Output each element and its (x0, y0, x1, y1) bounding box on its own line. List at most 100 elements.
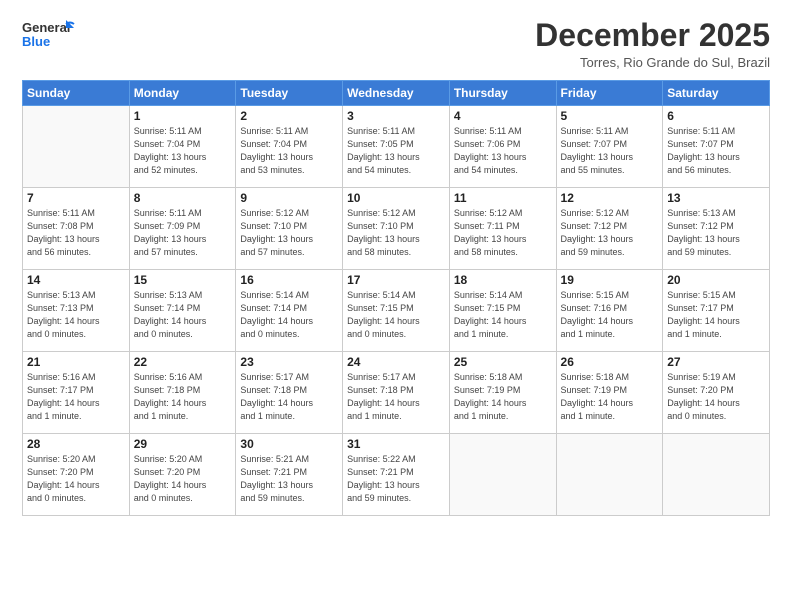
calendar-table: SundayMondayTuesdayWednesdayThursdayFrid… (22, 80, 770, 516)
day-number: 7 (27, 191, 125, 205)
day-cell: 13 Sunrise: 5:13 AM Sunset: 7:12 PM Dayli… (663, 188, 770, 270)
svg-text:Blue: Blue (22, 34, 50, 49)
day-cell: 2 Sunrise: 5:11 AM Sunset: 7:04 PM Daylig… (236, 106, 343, 188)
day-info: Sunrise: 5:20 AM Sunset: 7:20 PM Dayligh… (134, 453, 232, 505)
col-header-friday: Friday (556, 81, 663, 106)
week-row-1: 1 Sunrise: 5:11 AM Sunset: 7:04 PM Daylig… (23, 106, 770, 188)
day-info: Sunrise: 5:17 AM Sunset: 7:18 PM Dayligh… (240, 371, 338, 423)
day-info: Sunrise: 5:15 AM Sunset: 7:17 PM Dayligh… (667, 289, 765, 341)
location: Torres, Rio Grande do Sul, Brazil (535, 55, 770, 70)
day-info: Sunrise: 5:13 AM Sunset: 7:12 PM Dayligh… (667, 207, 765, 259)
col-header-thursday: Thursday (449, 81, 556, 106)
week-row-3: 14 Sunrise: 5:13 AM Sunset: 7:13 PM Dayli… (23, 270, 770, 352)
col-header-sunday: Sunday (23, 81, 130, 106)
day-cell: 6Sunrise: 5:11 AM Sunset: 7:07 PM Daylig… (663, 106, 770, 188)
day-number: 17 (347, 273, 445, 287)
day-info: Sunrise: 5:21 AM Sunset: 7:21 PM Dayligh… (240, 453, 338, 505)
day-number: 30 (240, 437, 338, 451)
day-number: 12 (561, 191, 659, 205)
day-number: 27 (667, 355, 765, 369)
day-cell: 15Sunrise: 5:13 AM Sunset: 7:14 PM Dayli… (129, 270, 236, 352)
day-cell: 28 Sunrise: 5:20 AM Sunset: 7:20 PM Dayli… (23, 434, 130, 516)
week-row-5: 28 Sunrise: 5:20 AM Sunset: 7:20 PM Dayli… (23, 434, 770, 516)
day-info: Sunrise: 5:11 AM Sunset: 7:08 PM Dayligh… (27, 207, 125, 259)
day-info: Sunrise: 5:18 AM Sunset: 7:19 PM Dayligh… (454, 371, 552, 423)
day-cell: 5Sunrise: 5:11 AM Sunset: 7:07 PM Daylig… (556, 106, 663, 188)
calendar-header-row: SundayMondayTuesdayWednesdayThursdayFrid… (23, 81, 770, 106)
day-info: Sunrise: 5:15 AM Sunset: 7:16 PM Dayligh… (561, 289, 659, 341)
day-number: 20 (667, 273, 765, 287)
day-info: Sunrise: 5:12 AM Sunset: 7:10 PM Dayligh… (240, 207, 338, 259)
day-cell: 14 Sunrise: 5:13 AM Sunset: 7:13 PM Dayli… (23, 270, 130, 352)
day-cell (556, 434, 663, 516)
day-number: 10 (347, 191, 445, 205)
day-info: Sunrise: 5:11 AM Sunset: 7:04 PM Dayligh… (240, 125, 338, 177)
day-info: Sunrise: 5:17 AM Sunset: 7:18 PM Dayligh… (347, 371, 445, 423)
logo-icon: GeneralBlue (22, 18, 77, 52)
day-number: 2 (240, 109, 338, 123)
day-number: 24 (347, 355, 445, 369)
day-cell: 26Sunrise: 5:18 AM Sunset: 7:19 PM Dayli… (556, 352, 663, 434)
day-cell: 12 Sunrise: 5:12 AM Sunset: 7:12 PM Dayli… (556, 188, 663, 270)
day-cell (449, 434, 556, 516)
title-area: December 2025 Torres, Rio Grande do Sul,… (535, 18, 770, 70)
day-cell: 3Sunrise: 5:11 AM Sunset: 7:05 PM Daylig… (343, 106, 450, 188)
day-cell: 18 Sunrise: 5:14 AM Sunset: 7:15 PM Dayli… (449, 270, 556, 352)
day-info: Sunrise: 5:11 AM Sunset: 7:04 PM Dayligh… (134, 125, 232, 177)
day-info: Sunrise: 5:14 AM Sunset: 7:15 PM Dayligh… (454, 289, 552, 341)
day-cell (663, 434, 770, 516)
day-info: Sunrise: 5:12 AM Sunset: 7:10 PM Dayligh… (347, 207, 445, 259)
day-number: 1 (134, 109, 232, 123)
day-cell: 9 Sunrise: 5:12 AM Sunset: 7:10 PM Daylig… (236, 188, 343, 270)
day-number: 18 (454, 273, 552, 287)
day-info: Sunrise: 5:22 AM Sunset: 7:21 PM Dayligh… (347, 453, 445, 505)
day-info: Sunrise: 5:16 AM Sunset: 7:17 PM Dayligh… (27, 371, 125, 423)
col-header-saturday: Saturday (663, 81, 770, 106)
day-cell: 1 Sunrise: 5:11 AM Sunset: 7:04 PM Daylig… (129, 106, 236, 188)
day-number: 6 (667, 109, 765, 123)
day-cell: 20 Sunrise: 5:15 AM Sunset: 7:17 PM Dayli… (663, 270, 770, 352)
week-row-4: 21 Sunrise: 5:16 AM Sunset: 7:17 PM Dayli… (23, 352, 770, 434)
day-number: 26 (561, 355, 659, 369)
day-info: Sunrise: 5:12 AM Sunset: 7:12 PM Dayligh… (561, 207, 659, 259)
day-info: Sunrise: 5:12 AM Sunset: 7:11 PM Dayligh… (454, 207, 552, 259)
day-number: 11 (454, 191, 552, 205)
day-number: 23 (240, 355, 338, 369)
day-number: 13 (667, 191, 765, 205)
page: GeneralBlue December 2025 Torres, Rio Gr… (0, 0, 792, 612)
day-number: 16 (240, 273, 338, 287)
day-info: Sunrise: 5:14 AM Sunset: 7:14 PM Dayligh… (240, 289, 338, 341)
col-header-tuesday: Tuesday (236, 81, 343, 106)
day-cell (23, 106, 130, 188)
month-title: December 2025 (535, 18, 770, 53)
day-cell: 10 Sunrise: 5:12 AM Sunset: 7:10 PM Dayli… (343, 188, 450, 270)
day-cell: 17Sunrise: 5:14 AM Sunset: 7:15 PM Dayli… (343, 270, 450, 352)
day-info: Sunrise: 5:19 AM Sunset: 7:20 PM Dayligh… (667, 371, 765, 423)
day-info: Sunrise: 5:20 AM Sunset: 7:20 PM Dayligh… (27, 453, 125, 505)
day-info: Sunrise: 5:16 AM Sunset: 7:18 PM Dayligh… (134, 371, 232, 423)
day-info: Sunrise: 5:13 AM Sunset: 7:13 PM Dayligh… (27, 289, 125, 341)
day-number: 14 (27, 273, 125, 287)
day-cell: 24 Sunrise: 5:17 AM Sunset: 7:18 PM Dayli… (343, 352, 450, 434)
week-row-2: 7 Sunrise: 5:11 AM Sunset: 7:08 PM Daylig… (23, 188, 770, 270)
day-cell: 30 Sunrise: 5:21 AM Sunset: 7:21 PM Dayli… (236, 434, 343, 516)
day-cell: 22 Sunrise: 5:16 AM Sunset: 7:18 PM Dayli… (129, 352, 236, 434)
day-cell: 23 Sunrise: 5:17 AM Sunset: 7:18 PM Dayli… (236, 352, 343, 434)
day-cell: 29Sunrise: 5:20 AM Sunset: 7:20 PM Dayli… (129, 434, 236, 516)
day-number: 22 (134, 355, 232, 369)
day-number: 15 (134, 273, 232, 287)
day-cell: 16 Sunrise: 5:14 AM Sunset: 7:14 PM Dayli… (236, 270, 343, 352)
day-number: 21 (27, 355, 125, 369)
day-number: 28 (27, 437, 125, 451)
day-number: 5 (561, 109, 659, 123)
day-number: 31 (347, 437, 445, 451)
day-number: 4 (454, 109, 552, 123)
day-number: 25 (454, 355, 552, 369)
day-cell: 8Sunrise: 5:11 AM Sunset: 7:09 PM Daylig… (129, 188, 236, 270)
day-number: 9 (240, 191, 338, 205)
col-header-monday: Monday (129, 81, 236, 106)
day-info: Sunrise: 5:11 AM Sunset: 7:09 PM Dayligh… (134, 207, 232, 259)
svg-text:General: General (22, 20, 70, 35)
day-number: 3 (347, 109, 445, 123)
header: GeneralBlue December 2025 Torres, Rio Gr… (22, 18, 770, 70)
